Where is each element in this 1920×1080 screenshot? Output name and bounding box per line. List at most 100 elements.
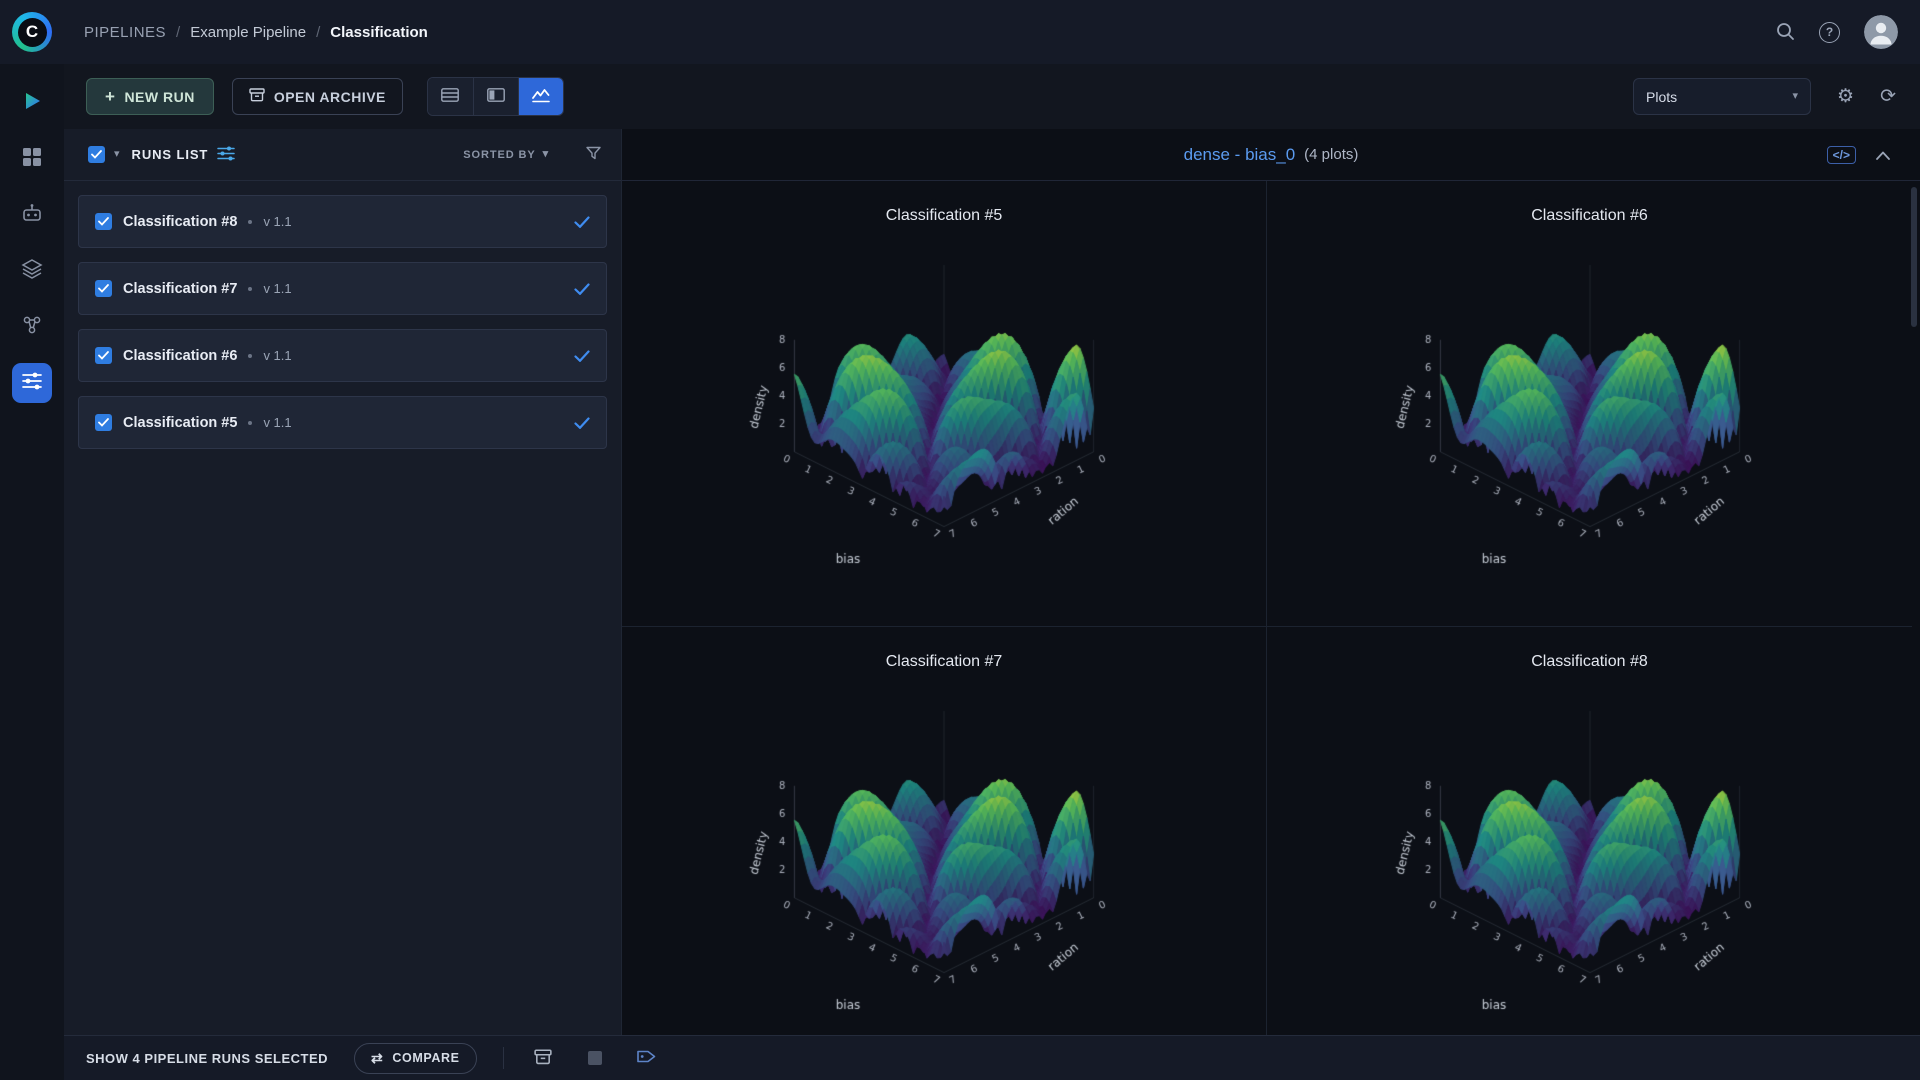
- select-all-caret-icon[interactable]: ▾: [114, 149, 120, 160]
- breadcrumb: PIPELINES / Example Pipeline / Classific…: [84, 24, 428, 41]
- app-logo-letter: C: [18, 18, 47, 47]
- run-list-item[interactable]: Classification #8 v 1.1: [78, 195, 607, 248]
- open-archive-label: OPEN ARCHIVE: [274, 89, 386, 105]
- run-version: v 1.1: [263, 214, 291, 229]
- archive-selected-button[interactable]: [530, 1045, 556, 1071]
- run-list-item[interactable]: Classification #5 v 1.1: [78, 396, 607, 449]
- run-version: v 1.1: [263, 348, 291, 363]
- embed-code-icon[interactable]: </>: [1827, 146, 1856, 164]
- settings-button[interactable]: ⚙: [1837, 87, 1854, 106]
- top-bar: C PIPELINES / Example Pipeline / Classif…: [0, 0, 1920, 64]
- plot-title: Classification #6: [1267, 207, 1912, 225]
- run-checkbox[interactable]: [95, 347, 112, 364]
- surface-plot-canvas[interactable]: [1310, 227, 1870, 627]
- sorted-by-control[interactable]: SORTED BY ▾: [463, 149, 549, 161]
- abort-selected-button[interactable]: [582, 1045, 608, 1071]
- run-version: v 1.1: [263, 415, 291, 430]
- app-logo[interactable]: C: [12, 12, 52, 52]
- breadcrumb-separator: /: [316, 24, 320, 41]
- help-button[interactable]: ?: [1819, 22, 1840, 43]
- run-selected-check-icon: [574, 283, 590, 295]
- user-avatar[interactable]: [1864, 15, 1898, 49]
- archive-icon: [534, 1048, 552, 1069]
- run-name: Classification #7: [123, 281, 237, 297]
- plot-group-actions: </>: [1827, 129, 1890, 181]
- models-graph-icon: [21, 314, 43, 341]
- toolbar-right: Plots ▾ ⚙ ⟳: [1633, 78, 1896, 115]
- plot-title: Classification #7: [622, 653, 1266, 671]
- runs-list-title: RUNS LIST: [132, 147, 209, 162]
- filter-runs-button[interactable]: [586, 146, 601, 164]
- surface-plot-canvas[interactable]: [1310, 673, 1870, 1035]
- breadcrumb-pipeline-name[interactable]: Example Pipeline: [190, 24, 306, 41]
- table-view-button[interactable]: [428, 78, 473, 115]
- surface-plot-canvas[interactable]: [664, 227, 1224, 627]
- filter-sliders-icon: [217, 146, 235, 164]
- run-checkbox[interactable]: [95, 280, 112, 297]
- plots-panel: dense - bias_0 (4 plots) </> Classificat…: [622, 129, 1920, 1035]
- selection-count-label: SHOW 4 PIPELINE RUNS SELECTED: [86, 1051, 328, 1066]
- plot-cell: Classification #7: [622, 627, 1267, 1035]
- avatar-icon: [1864, 15, 1898, 49]
- sidebar-item-experiments[interactable]: [12, 139, 52, 179]
- experiments-grid-icon: [22, 147, 42, 172]
- customize-columns-button[interactable]: [217, 146, 235, 164]
- surface-plot-canvas[interactable]: [664, 673, 1224, 1035]
- run-separator-dot: [248, 220, 252, 224]
- new-run-label: NEW RUN: [124, 89, 194, 105]
- search-icon: [1775, 21, 1795, 44]
- sorted-by-label: SORTED BY: [463, 149, 535, 161]
- metric-type-value: Plots: [1646, 89, 1677, 105]
- run-name: Classification #5: [123, 415, 237, 431]
- toolbar: + NEW RUN OPEN ARCHIVE: [64, 64, 1920, 129]
- refresh-icon: ⟳: [1880, 87, 1896, 106]
- refresh-button[interactable]: ⟳: [1880, 87, 1896, 106]
- plot-title: Classification #8: [1267, 653, 1912, 671]
- run-selected-check-icon: [574, 417, 590, 429]
- compare-icon: ⇄: [371, 1051, 383, 1065]
- run-list-item[interactable]: Classification #7 v 1.1: [78, 262, 607, 315]
- pipelines-sliders-icon: [21, 372, 43, 395]
- breadcrumb-pipelines[interactable]: PIPELINES: [84, 24, 166, 41]
- plot-cell: Classification #5: [622, 181, 1267, 627]
- help-icon: ?: [1819, 22, 1840, 43]
- sidebar-item-workers[interactable]: [12, 195, 52, 235]
- new-run-button[interactable]: + NEW RUN: [86, 78, 214, 115]
- sidebar-item-pipelines[interactable]: [12, 363, 52, 403]
- side-nav: [0, 64, 64, 1080]
- breadcrumb-separator: /: [176, 24, 180, 41]
- run-version: v 1.1: [263, 281, 291, 296]
- footer-bar: SHOW 4 PIPELINE RUNS SELECTED ⇄ COMPARE: [64, 1035, 1920, 1080]
- sidebar-item-datasets[interactable]: [12, 251, 52, 291]
- select-all-checkbox[interactable]: [88, 146, 105, 163]
- run-separator-dot: [248, 287, 252, 291]
- compare-button[interactable]: ⇄ COMPARE: [354, 1043, 477, 1074]
- plot-cell: Classification #6: [1267, 181, 1912, 627]
- stop-icon: [588, 1051, 602, 1065]
- plot-group-header: dense - bias_0 (4 plots) </>: [622, 129, 1920, 181]
- projects-icon: [21, 90, 43, 117]
- run-checkbox[interactable]: [95, 414, 112, 431]
- vertical-scrollbar[interactable]: [1911, 187, 1917, 327]
- plots-view-button[interactable]: [518, 78, 563, 115]
- open-archive-button[interactable]: OPEN ARCHIVE: [232, 78, 403, 115]
- search-button[interactable]: [1775, 21, 1795, 44]
- plot-group-title[interactable]: dense - bias_0: [1184, 145, 1296, 165]
- collapse-group-button[interactable]: [1876, 148, 1890, 163]
- split-view-icon: [487, 88, 505, 105]
- plot-group-count: (4 plots): [1304, 146, 1358, 163]
- breadcrumb-current: Classification: [330, 24, 428, 41]
- run-checkbox[interactable]: [95, 213, 112, 230]
- plot-cell: Classification #8: [1267, 627, 1912, 1035]
- metric-type-select[interactable]: Plots ▾: [1633, 78, 1811, 115]
- sidebar-item-projects[interactable]: [12, 83, 52, 123]
- details-view-button[interactable]: [473, 78, 518, 115]
- sidebar-item-models[interactable]: [12, 307, 52, 347]
- funnel-icon: [586, 146, 601, 164]
- layers-icon: [21, 259, 43, 284]
- run-list-item[interactable]: Classification #6 v 1.1: [78, 329, 607, 382]
- tags-button[interactable]: [634, 1045, 660, 1071]
- run-name: Classification #6: [123, 348, 237, 364]
- archive-icon: [249, 87, 265, 106]
- run-selected-check-icon: [574, 350, 590, 362]
